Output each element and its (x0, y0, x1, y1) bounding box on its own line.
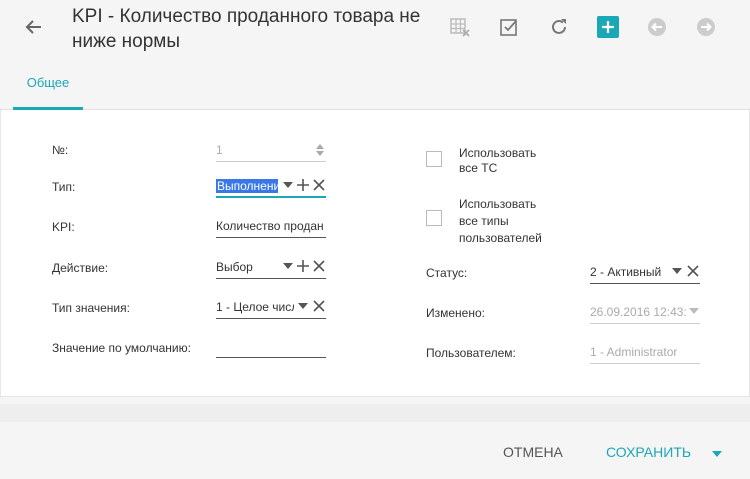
by-user-value: 1 - Administrator (590, 345, 678, 359)
plus-icon (297, 260, 309, 272)
next-button[interactable] (694, 15, 718, 39)
action-clear-button[interactable] (311, 258, 327, 274)
status-field[interactable]: 2 - Активный (590, 262, 700, 284)
table-clear-icon (450, 18, 470, 37)
use-all-user-types-label-line2: все типы (459, 214, 509, 228)
close-icon (313, 300, 325, 312)
check-button[interactable] (497, 15, 521, 39)
kpi-label: KPI: (52, 220, 75, 234)
use-all-user-types-label-line1: Использовать (459, 197, 537, 211)
by-user-label: Пользователем: (426, 346, 516, 360)
action-dropdown[interactable] (280, 258, 296, 274)
use-all-user-types-label-line3: пользователей (459, 231, 542, 245)
status-value: 2 - Активный (590, 265, 662, 279)
changed-field: 26.09.2016 12:43:4 (590, 302, 700, 324)
use-all-tc-label-line1: Использовать (459, 146, 537, 160)
default-value-field[interactable] (216, 336, 326, 358)
number-field[interactable]: 1 (216, 140, 326, 162)
tab-bar: Общее (0, 54, 750, 110)
value-type-clear-button[interactable] (311, 298, 327, 314)
status-dropdown[interactable] (669, 263, 685, 279)
kpi-value: Количество продан (216, 219, 324, 233)
type-field[interactable]: Выполнени (216, 176, 326, 198)
back-button[interactable] (22, 15, 46, 39)
type-add-button[interactable] (295, 177, 311, 193)
status-clear-button[interactable] (685, 263, 701, 279)
use-all-tc-checkbox[interactable] (426, 151, 442, 167)
type-clear-button[interactable] (311, 177, 327, 193)
value-type-value: 1 - Целое числ (216, 300, 294, 314)
prev-button[interactable] (645, 15, 669, 39)
type-value: Выполнени (216, 179, 278, 193)
use-all-tc-label: Использовать все ТС (459, 146, 536, 176)
caret-down-icon (712, 451, 722, 457)
changed-value: 26.09.2016 12:43:4 (590, 305, 686, 319)
action-label: Действие: (52, 261, 109, 275)
use-all-user-types-label: Использовать все типы пользователей (459, 196, 542, 247)
number-label: №: (52, 143, 69, 157)
type-dropdown[interactable] (280, 177, 296, 193)
save-button[interactable]: СОХРАНИТЬ (606, 444, 691, 460)
close-icon (313, 260, 325, 272)
value-type-field[interactable]: 1 - Целое числ (216, 297, 326, 319)
clear-filter-button[interactable] (448, 15, 472, 39)
close-icon (313, 179, 325, 191)
back-arrow-icon (25, 20, 41, 34)
refresh-icon (552, 19, 566, 34)
default-value-label: Значение по умолчанию: (52, 341, 191, 355)
caret-down-icon (283, 182, 293, 188)
use-all-user-types-checkbox[interactable] (426, 210, 442, 226)
page-title: KPI - Количество проданного товара не ни… (72, 6, 421, 52)
close-icon (687, 265, 699, 277)
next-icon (697, 18, 715, 36)
add-icon (602, 21, 614, 33)
use-all-tc-label-line2: все ТС (459, 161, 498, 175)
tab-general[interactable]: Общее (13, 54, 83, 110)
status-label: Статус: (426, 266, 468, 280)
by-user-field: 1 - Administrator (590, 342, 700, 364)
action-value: Выбор (216, 260, 253, 274)
spinner-arrows-icon (316, 144, 324, 156)
cancel-button[interactable]: ОТМЕНА (503, 444, 563, 460)
form-panel: №: 1 Тип: Выполнени KPI: Количество прод… (0, 110, 750, 397)
action-field[interactable]: Выбор (216, 257, 326, 279)
refresh-button[interactable] (547, 15, 571, 39)
changed-label: Изменено: (426, 306, 485, 320)
action-add-button[interactable] (295, 258, 311, 274)
checkbox-check-icon (500, 19, 517, 36)
caret-down-icon (689, 308, 699, 314)
header: KPI - Количество проданного товара не ни… (0, 0, 750, 54)
plus-icon (297, 179, 309, 191)
changed-dropdown (686, 303, 702, 319)
save-options-button[interactable] (710, 446, 724, 458)
number-spinner[interactable] (312, 142, 328, 158)
value-type-dropdown[interactable] (295, 298, 311, 314)
type-label: Тип: (52, 180, 76, 194)
prev-icon (648, 18, 666, 36)
kpi-field[interactable]: Количество продан (216, 216, 326, 238)
caret-down-icon (672, 268, 682, 274)
separator-band (0, 404, 750, 422)
tab-general-label: Общее (26, 75, 70, 90)
add-button[interactable] (597, 16, 619, 38)
value-type-label: Тип значения: (52, 301, 130, 315)
caret-down-icon (298, 303, 308, 309)
footer: ОТМЕНА СОХРАНИТЬ (0, 422, 750, 479)
caret-down-icon (283, 263, 293, 269)
number-value: 1 (216, 143, 223, 157)
